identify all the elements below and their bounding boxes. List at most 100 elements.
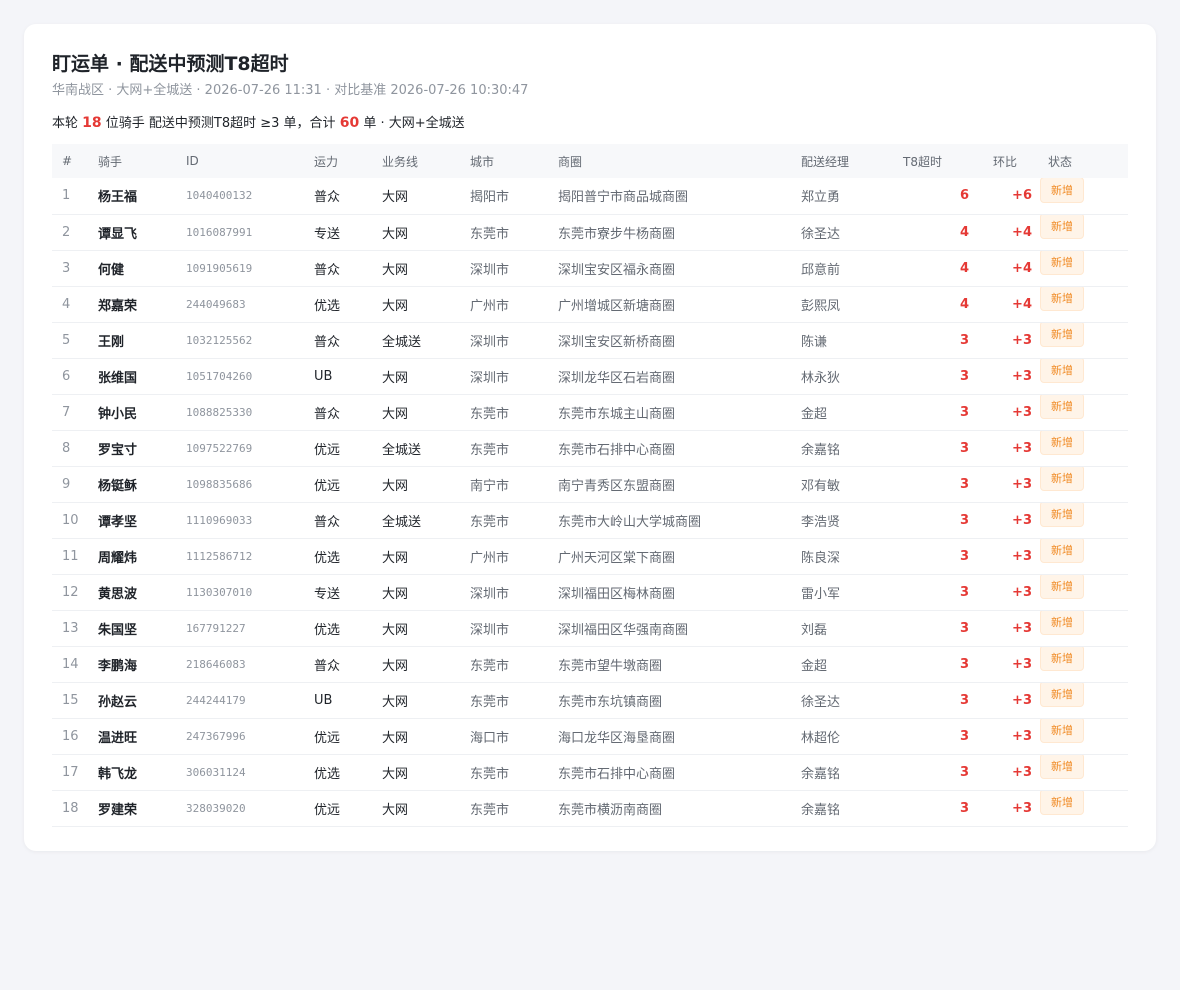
capacity-type: 普众 [314, 658, 341, 674]
table-row[interactable]: 10 谭孝坚 1110969033 普众 全城送 东莞市 东莞市大岭山大学城商圈 李浩贤 3 +3… [52, 502, 1128, 538]
rider-name: 罗建荣 [98, 802, 138, 818]
table-header-row: # 骑手 ID 运力 业务线 城市 商圈 配送经理 T8超时 环比 状态 [52, 144, 1128, 178]
rider-id: 244244179 [186, 693, 246, 707]
capacity-type: 普众 [314, 406, 341, 422]
capacity-type: 专送 [314, 586, 341, 602]
t8-overtime-count: 3 [959, 764, 969, 780]
change-value: +4 [1012, 296, 1032, 312]
table-row[interactable]: 1 杨王福 1040400132 普众 大网 揭阳市 揭阳普宁市商品城商圈 郑立勇 6 +6 新增 [52, 178, 1128, 214]
status-cell: 新增 [1038, 718, 1128, 754]
row-index: 2 [62, 224, 71, 240]
table-row[interactable]: 15 孙赵云 244244179 UB 大网 东莞市 东莞市东坑镇商圈 徐圣达 3 +3 新增 [52, 682, 1128, 718]
table-row[interactable]: 4 郑嘉荣 244049683 优选 大网 广州市 广州增城区新塘商圈 彭熙凤 4 +4 新增 [52, 286, 1128, 322]
city: 深圳市 [470, 334, 510, 350]
city: 东莞市 [470, 226, 510, 242]
t8-overtime-count: 3 [959, 368, 969, 384]
city: 深圳市 [470, 586, 510, 602]
status-cell: 新增 [1038, 322, 1128, 358]
table-body: 1 杨王福 1040400132 普众 大网 揭阳市 揭阳普宁市商品城商圈 郑立勇 6 +6 新增 2… [52, 178, 1128, 826]
table-row[interactable]: 8 罗宝寸 1097522769 优远 全城送 东莞市 东莞市石排中心商圈 余嘉铭 3 +3 新增 [52, 430, 1128, 466]
city: 东莞市 [470, 802, 510, 818]
table-row[interactable]: 5 王刚 1032125562 普众 全城送 深圳市 深圳宝安区新桥商圈 陈谦 3 +3 新增 [52, 322, 1128, 358]
rider-name: 何健 [98, 262, 125, 278]
change-value: +3 [1012, 368, 1032, 384]
delivery-manager: 余嘉铭 [801, 442, 841, 458]
rider-name: 温进旺 [98, 730, 138, 746]
rider-name: 孙赵云 [98, 694, 138, 710]
rider-id: 1112586712 [186, 549, 253, 563]
status-badge: 新增 [1040, 682, 1084, 707]
delivery-manager: 余嘉铭 [801, 766, 841, 782]
status-cell: 新增 [1038, 502, 1128, 538]
t8-overtime-count: 3 [959, 656, 969, 672]
column-header-id: ID [186, 154, 199, 168]
delivery-manager: 金超 [801, 658, 828, 674]
summary-rider-count: 18 [82, 115, 102, 131]
status-cell: 新增 [1038, 250, 1128, 286]
business-line: 大网 [382, 406, 409, 422]
change-value: +3 [1012, 620, 1032, 636]
capacity-type: 优选 [314, 298, 341, 314]
rider-id: 218646083 [186, 657, 246, 671]
capacity-type: 专送 [314, 226, 341, 242]
delivery-manager: 陈良深 [801, 550, 841, 566]
row-index: 3 [62, 260, 71, 276]
status-badge: 新增 [1040, 214, 1084, 239]
table-row[interactable]: 9 杨铤稣 1098835686 优远 大网 南宁市 南宁青秀区东盟商圈 邓有敏 3 +3 新增 [52, 466, 1128, 502]
city: 东莞市 [470, 658, 510, 674]
table-row[interactable]: 2 谭显飞 1016087991 专送 大网 东莞市 东莞市寮步牛杨商圈 徐圣达 4 +4 新增 [52, 214, 1128, 250]
status-cell: 新增 [1038, 466, 1128, 502]
rider-id: 1088825330 [186, 405, 253, 419]
table-row[interactable]: 7 钟小民 1088825330 普众 大网 东莞市 东莞市东城主山商圈 金超 3 +3 新增 [52, 394, 1128, 430]
table-row[interactable]: 11 周耀炜 1112586712 优选 大网 广州市 广州天河区棠下商圈 陈良深 3 +3 新增 [52, 538, 1128, 574]
table-row[interactable]: 17 韩飞龙 306031124 优选 大网 东莞市 东莞市石排中心商圈 余嘉铭 3 +3 新增 [52, 754, 1128, 790]
row-index: 5 [62, 332, 71, 348]
capacity-type: 优远 [314, 802, 341, 818]
table-row[interactable]: 6 张维国 1051704260 UB 大网 深圳市 深圳龙华区石岩商圈 林永狄 3 +3 新增 [52, 358, 1128, 394]
table-row[interactable]: 18 罗建荣 328039020 优远 大网 东莞市 东莞市横沥南商圈 余嘉铭 3 +3 新增 [52, 790, 1128, 826]
business-line: 大网 [382, 298, 409, 314]
city: 东莞市 [470, 514, 510, 530]
t8-overtime-count: 3 [959, 692, 969, 708]
status-badge: 新增 [1040, 718, 1084, 743]
delivery-manager: 邱意前 [801, 262, 841, 278]
change-value: +3 [1012, 800, 1032, 816]
capacity-type: 普众 [314, 262, 341, 278]
status-cell: 新增 [1038, 394, 1128, 430]
summary-suffix: 单 · 大网+全城送 [363, 116, 465, 131]
table-row[interactable]: 16 温进旺 247367996 优远 大网 海口市 海口龙华区海垦商圈 林超伦 3 +3 新增 [52, 718, 1128, 754]
column-header-manager: 配送经理 [801, 154, 850, 169]
business-zone: 东莞市石排中心商圈 [558, 766, 676, 782]
rider-name: 罗宝寸 [98, 442, 138, 458]
table-row[interactable]: 13 朱国坚 167791227 优选 大网 深圳市 深圳福田区华强南商圈 刘磊 3 +3 新增 [52, 610, 1128, 646]
table-row[interactable]: 14 李鹏海 218646083 普众 大网 东莞市 东莞市望牛墩商圈 金超 3 +3 新增 [52, 646, 1128, 682]
t8-overtime-count: 4 [959, 260, 969, 276]
business-line: 大网 [382, 730, 409, 746]
rider-id: 1110969033 [186, 513, 253, 527]
table-row[interactable]: 3 何健 1091905619 普众 大网 深圳市 深圳宝安区福永商圈 邱意前 4 +4 新增 [52, 250, 1128, 286]
business-line: 大网 [382, 694, 409, 710]
t8-overtime-count: 3 [959, 476, 969, 492]
capacity-type: 优选 [314, 622, 341, 638]
business-line: 全城送 [382, 442, 422, 458]
summary-middle: 位骑手 配送中预测T8超时 ≥3 单，合计 [105, 116, 336, 131]
business-zone: 东莞市望牛墩商圈 [558, 658, 663, 674]
city: 广州市 [470, 550, 510, 566]
delivery-manager: 李浩贤 [801, 514, 841, 530]
status-cell: 新增 [1038, 682, 1128, 718]
city: 深圳市 [470, 262, 510, 278]
status-cell: 新增 [1038, 178, 1128, 214]
status-cell: 新增 [1038, 790, 1128, 826]
business-zone: 广州天河区棠下商圈 [558, 550, 676, 566]
table-row[interactable]: 12 黄思波 1130307010 专送 大网 深圳市 深圳福田区梅林商圈 雷小军 3 +3 新增 [52, 574, 1128, 610]
column-header-city: 城市 [470, 154, 495, 169]
row-index: 7 [62, 404, 71, 420]
row-index: 4 [62, 296, 71, 312]
row-index: 10 [62, 512, 79, 528]
summary-line: 本轮 18 位骑手 配送中预测T8超时 ≥3 单，合计 60 单 · 大网+全城… [52, 112, 465, 131]
business-zone: 东莞市石排中心商圈 [558, 442, 676, 458]
city: 东莞市 [470, 766, 510, 782]
status-badge: 新增 [1040, 250, 1084, 275]
t8-overtime-count: 3 [959, 800, 969, 816]
status-cell: 新增 [1038, 286, 1128, 322]
